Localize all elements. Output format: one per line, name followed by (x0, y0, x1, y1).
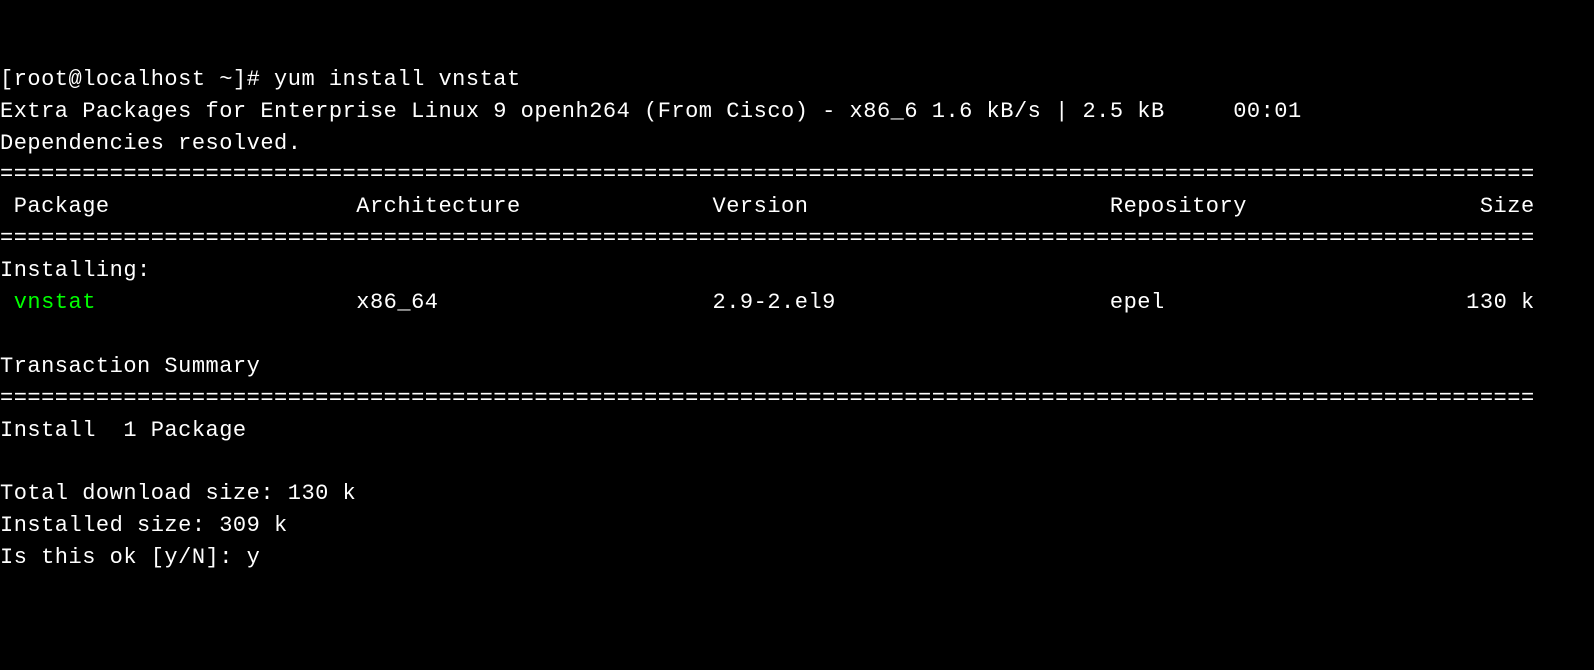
installed-size: Installed size: 309 k (0, 513, 288, 538)
transaction-summary: Transaction Summary (0, 354, 260, 379)
package-size: 130 k (1411, 290, 1534, 315)
package-arch: x86_64 (356, 290, 712, 315)
divider: ========================================… (0, 386, 1535, 411)
package-version: 2.9-2.el9 (713, 290, 1110, 315)
shell-prompt: [root@localhost ~]# (0, 67, 274, 92)
divider: ========================================… (0, 162, 1535, 187)
package-name: vnstat (0, 290, 356, 315)
shell-command: yum install vnstat (274, 67, 521, 92)
divider: ========================================… (0, 226, 1535, 251)
dependencies-resolved: Dependencies resolved. (0, 131, 301, 156)
download-size: Total download size: 130 k (0, 481, 356, 506)
confirm-answer: y (247, 545, 261, 570)
confirm-prompt[interactable]: Is this ok [y/N]: (0, 545, 247, 570)
repo-status-line: Extra Packages for Enterprise Linux 9 op… (0, 99, 1302, 124)
installing-label: Installing: (0, 258, 151, 283)
terminal-output: [root@localhost ~]# yum install vnstat E… (0, 64, 1594, 574)
table-header: Package Architecture Version Repository … (0, 194, 1535, 219)
install-count: Install 1 Package (0, 418, 247, 443)
package-repo: epel (1110, 290, 1411, 315)
